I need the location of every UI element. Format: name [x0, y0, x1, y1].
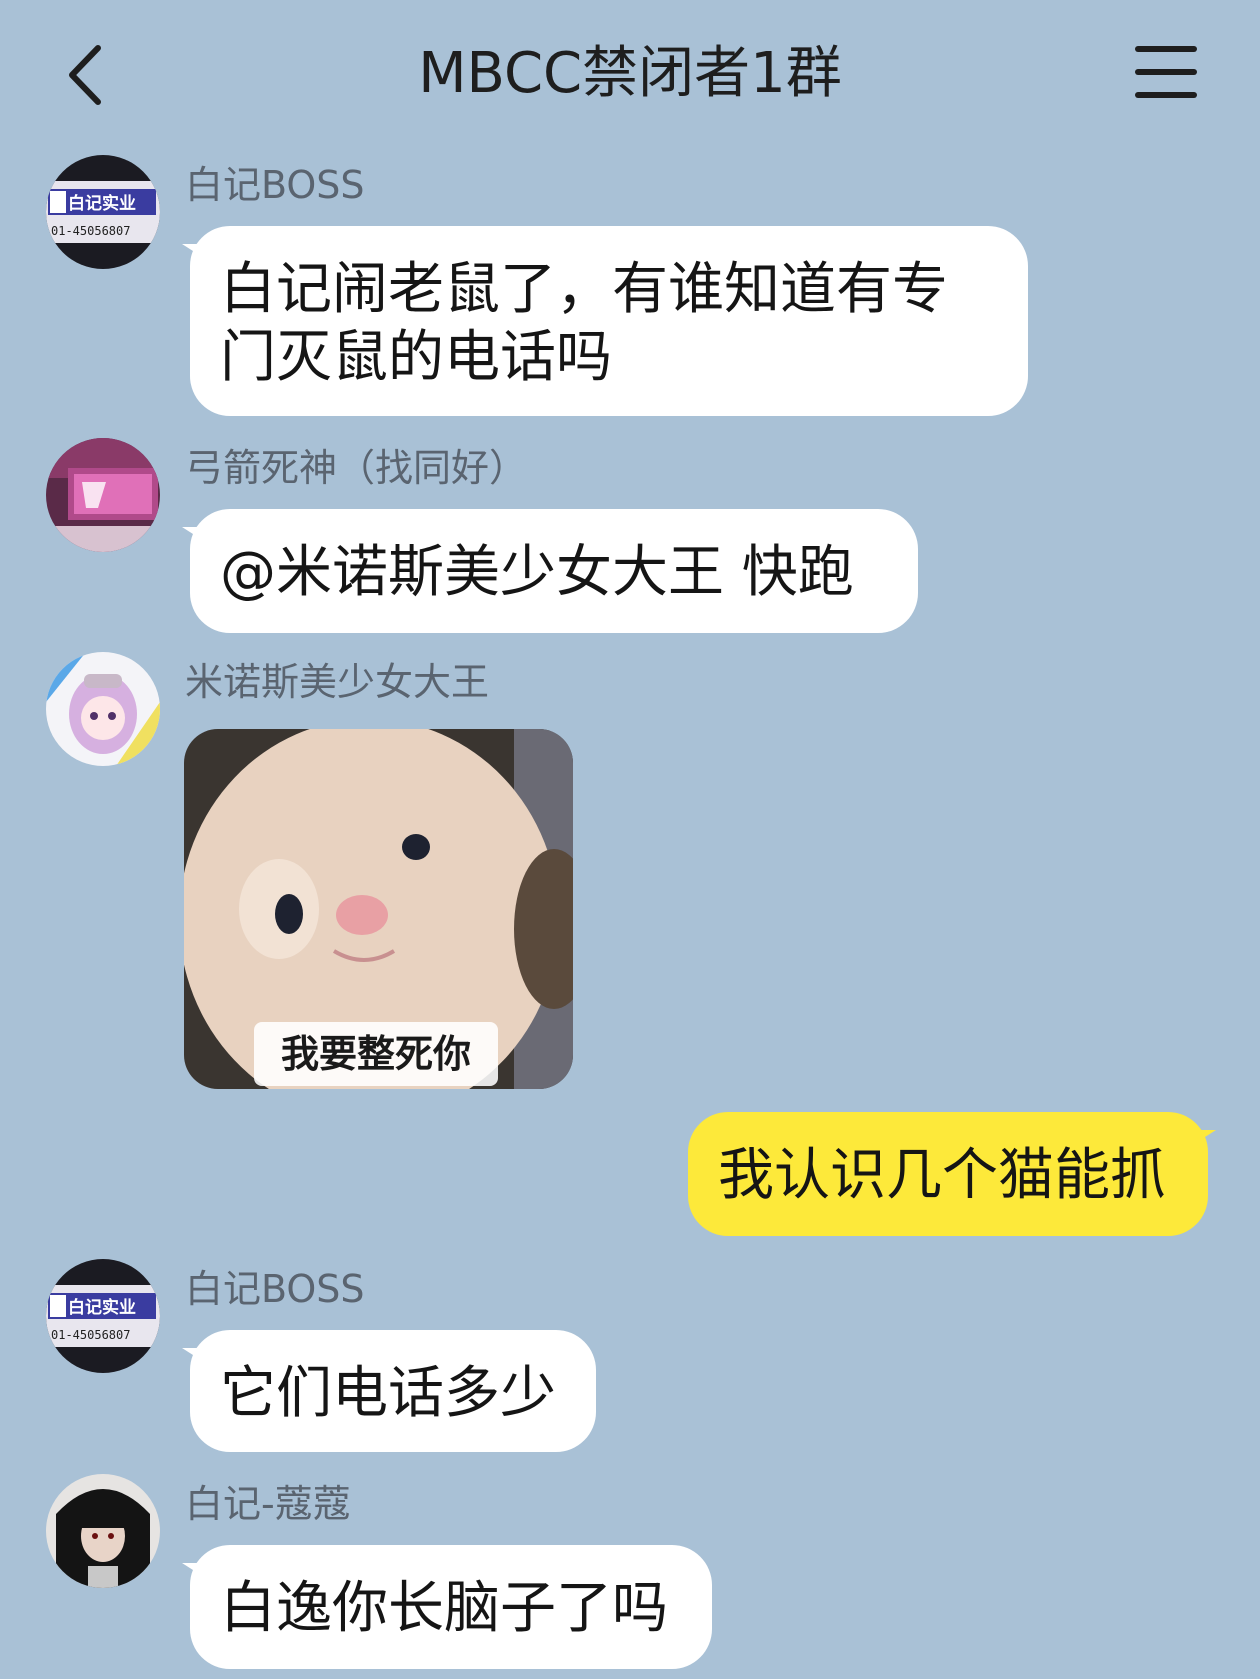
sticker-caption: 我要整死你: [254, 1022, 498, 1086]
sender-name: 白记BOSS: [185, 1267, 365, 1311]
anime-girl-avatar: [46, 652, 160, 766]
avatar[interactable]: 白记实业 01-45056807: [46, 1259, 160, 1373]
baiji-shiye-sign-avatar: 白记实业 01-45056807: [46, 1259, 160, 1373]
sender-name: 米诺斯美少女大王: [185, 660, 490, 704]
svg-text:01-45056807: 01-45056807: [51, 1328, 130, 1342]
sender-name: 弓箭死神（找同好）: [185, 446, 528, 490]
hamburger-menu-icon[interactable]: [1135, 46, 1197, 102]
message-bubble[interactable]: 它们电话多少: [182, 1330, 596, 1452]
chat-title: MBCC禁闭者1群: [418, 41, 842, 106]
dark-hair-girl-avatar: [46, 1474, 160, 1588]
avatar[interactable]: [46, 438, 160, 552]
avatar[interactable]: [46, 652, 160, 766]
my-message-bubble[interactable]: 我认识几个猫能抓: [688, 1112, 1216, 1236]
avatar[interactable]: 白记实业 01-45056807: [46, 155, 160, 269]
sender-name: 白记BOSS: [185, 163, 365, 207]
svg-text:01-45056807: 01-45056807: [51, 224, 130, 238]
crying-kitten-sticker[interactable]: 我要整死你: [184, 729, 573, 1089]
neon-sign-avatar: [46, 438, 160, 552]
message-bubble[interactable]: 白记闹老鼠了，有谁知道有专门灭鼠的电话吗: [182, 226, 1028, 416]
avatar[interactable]: [46, 1474, 160, 1588]
chat-header: MBCC禁闭者1群: [0, 0, 1260, 150]
sender-name: 白记-蔻蔻: [185, 1482, 351, 1526]
svg-text:白记实业: 白记实业: [68, 193, 136, 214]
message-bubble[interactable]: 白逸你长脑子了吗: [182, 1545, 712, 1669]
baiji-shiye-sign-avatar: 白记实业 01-45056807: [46, 155, 160, 269]
message-bubble[interactable]: @米诺斯美少女大王 快跑: [182, 509, 918, 633]
svg-text:白记实业: 白记实业: [68, 1297, 136, 1318]
